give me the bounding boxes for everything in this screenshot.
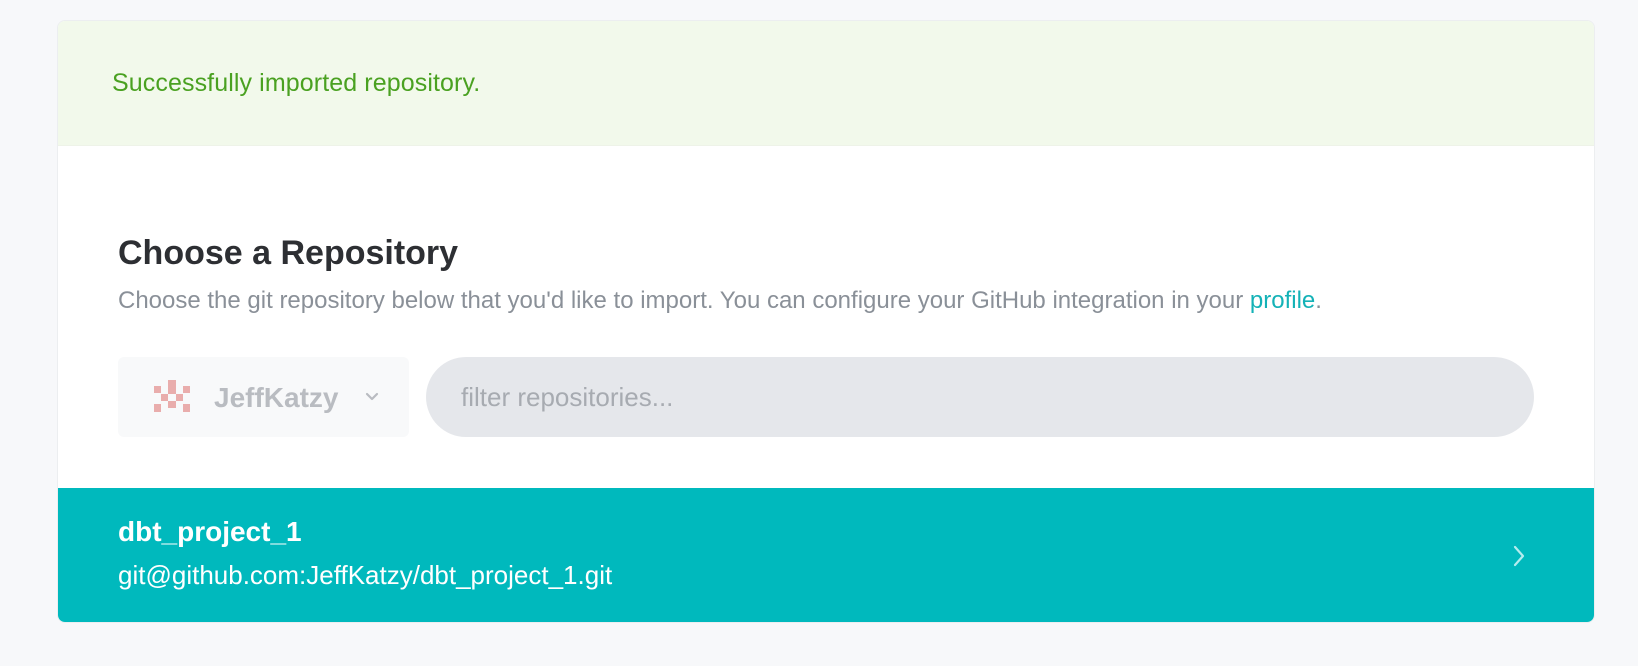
page-subtitle: Choose the git repository below that you…	[118, 287, 1322, 315]
avatar-icon	[154, 380, 190, 412]
success-message: Successfully imported repository.	[112, 69, 481, 97]
repository-name: dbt_project_1	[118, 516, 302, 547]
filter-repositories-input[interactable]	[426, 357, 1534, 437]
chevron-right-icon	[1513, 545, 1525, 567]
chevron-down-icon	[365, 392, 379, 401]
owner-select[interactable]: JeffKatzy	[118, 357, 409, 437]
page-title: Choose a Repository	[118, 234, 459, 272]
repository-card: Successfully imported repository. Choose…	[57, 20, 1595, 623]
repository-row[interactable]: dbt_project_1 git@github.com:JeffKatzy/d…	[58, 488, 1594, 622]
repository-url: git@github.com:JeffKatzy/dbt_project_1.g…	[118, 560, 613, 590]
profile-link[interactable]: profile	[1250, 287, 1315, 314]
subtitle-end: .	[1315, 287, 1322, 314]
subtitle-text: Choose the git repository below that you…	[118, 287, 1250, 314]
success-banner: Successfully imported repository.	[58, 21, 1594, 146]
owner-name: JeffKatzy	[214, 382, 339, 413]
